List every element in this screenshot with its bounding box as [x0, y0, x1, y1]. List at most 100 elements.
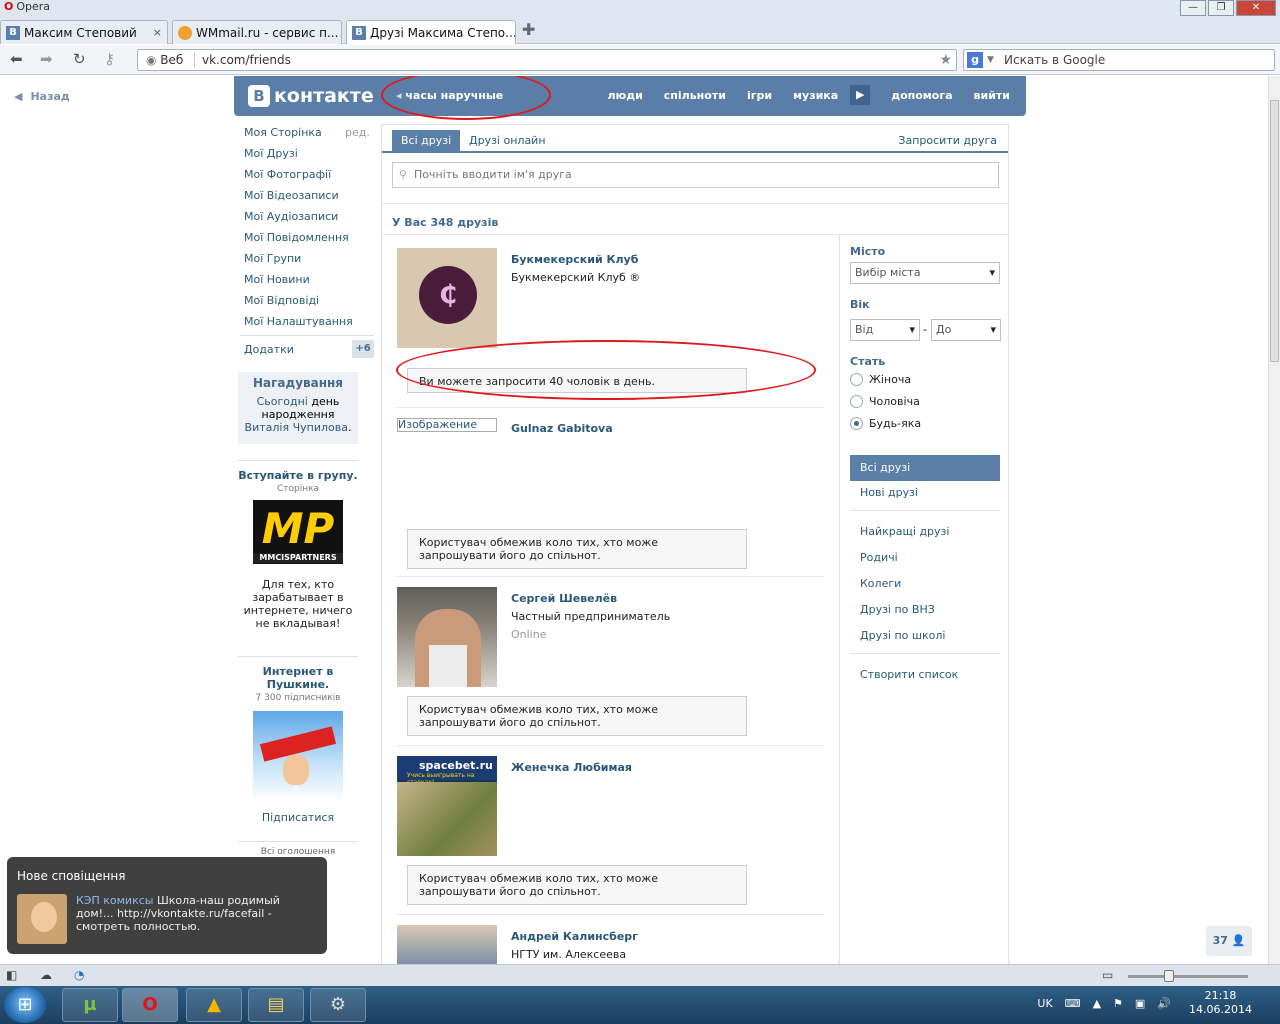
url-text[interactable]: vk.com/friends [202, 50, 291, 70]
nav-music[interactable]: музика [793, 89, 838, 105]
panel-toggle-icon[interactable]: ◧ [6, 968, 17, 982]
sex-any-radio[interactable]: Будь-яка [850, 417, 921, 430]
nav-communities[interactable]: спільноти [664, 89, 726, 105]
notification-text[interactable]: КЭП комиксы Школа-наш родимый дом!... ht… [76, 894, 316, 933]
opera-menu-button[interactable]: O Opera [4, 0, 50, 13]
list-university[interactable]: Друзі по ВНЗ [860, 603, 935, 616]
back-link[interactable]: ◀ Назад [14, 90, 70, 103]
list-school[interactable]: Друзі по школі [860, 629, 945, 642]
friend-name[interactable]: Gulnaz Gabitova [511, 422, 613, 435]
menu-my-page[interactable]: Моя Сторінка [244, 126, 322, 139]
list-new-friends[interactable]: Нові друзі [860, 486, 918, 499]
age-from-select[interactable]: Від [850, 319, 920, 341]
search-placeholder[interactable]: Искать в Google [1004, 50, 1105, 70]
sex-male-radio[interactable]: Чоловіча [850, 395, 920, 408]
menu-my-settings[interactable]: Мої Налаштування [244, 315, 353, 328]
subscribe-link[interactable]: Підписатися [238, 811, 358, 824]
forward-arrow-icon[interactable]: ➡ [40, 50, 53, 68]
close-tab-icon[interactable]: × [147, 26, 162, 39]
network-icon[interactable]: ▣ [1135, 997, 1145, 1010]
menu-addons[interactable]: Додатки [244, 343, 294, 356]
utorrent-taskbar-icon[interactable]: µ [62, 988, 118, 1022]
friend-photo[interactable] [397, 587, 497, 687]
friend-photo-placeholder[interactable]: Изображение [397, 418, 497, 432]
back-arrow-icon[interactable]: ⬅ [10, 50, 23, 68]
friend-name[interactable]: Сергей Шевелёв [511, 592, 617, 605]
zoom-slider-handle[interactable] [1164, 970, 1174, 982]
google-icon[interactable]: g [967, 52, 983, 68]
online-friends-badge[interactable]: 37 👤 [1206, 926, 1252, 956]
key-icon[interactable]: ⚷ [104, 50, 115, 68]
menu-my-friends[interactable]: Мої Друзі [244, 147, 298, 160]
new-tab-button[interactable]: ✚ [522, 20, 535, 39]
nav-help[interactable]: допомога [891, 89, 952, 105]
address-bar[interactable]: Веб vk.com/friends ★ [137, 49, 957, 71]
web-badge[interactable]: Веб [146, 50, 183, 70]
reload-icon[interactable]: ↻ [73, 50, 86, 68]
friend-search-input[interactable]: Почніть вводити ім'я друга [392, 162, 999, 188]
hang-glider-image[interactable] [253, 711, 343, 801]
app-taskbar-icon[interactable]: ⚙ [310, 988, 366, 1022]
chevron-down-icon[interactable]: ▼ [987, 50, 994, 70]
all-ads-link[interactable]: Всі оголошення [238, 841, 358, 857]
maximize-button[interactable]: ❐ [1208, 0, 1234, 16]
clock[interactable]: 21:18 14.06.2014 [1189, 989, 1252, 1017]
friend-name[interactable]: Женечка Любимая [511, 761, 632, 774]
mmcis-logo-image[interactable]: MP MMCISPARTNERS [253, 500, 343, 564]
list-relatives[interactable]: Родичі [860, 551, 898, 564]
menu-my-audio[interactable]: Мої Аудіозаписи [244, 210, 338, 223]
start-button[interactable]: ⊞ [4, 987, 46, 1023]
browser-tab-active[interactable]: BДрузі Максима Степо...× [346, 20, 516, 44]
nav-logout[interactable]: вийти [974, 89, 1010, 105]
ad-title[interactable]: Интернет в Пушкине. [238, 665, 358, 691]
edit-link[interactable]: ред. [345, 126, 370, 139]
list-colleagues[interactable]: Колеги [860, 577, 901, 590]
facepalm-avatar[interactable] [17, 894, 67, 944]
list-best-friends[interactable]: Найкращі друзі [860, 525, 949, 538]
bookmark-star-icon[interactable]: ★ [939, 50, 952, 70]
volume-icon[interactable]: 🔊 [1157, 997, 1171, 1010]
nav-people[interactable]: люди [607, 89, 642, 105]
opera-taskbar-icon[interactable]: O [122, 988, 178, 1022]
menu-my-answers[interactable]: Мої Відповіді [244, 294, 319, 307]
aimp-taskbar-icon[interactable]: ▲ [186, 988, 242, 1022]
menu-my-news[interactable]: Мої Новини [244, 273, 310, 286]
ad-block[interactable]: Интернет в Пушкине. 7 300 підписників Пі… [238, 656, 358, 836]
zoom-slider-track[interactable] [1128, 975, 1248, 978]
menu-my-messages[interactable]: Мої Повідомлення [244, 231, 349, 244]
birthday-person-link[interactable]: Виталія Чупилова [245, 421, 348, 434]
create-list-link[interactable]: Створити список [860, 668, 958, 681]
friend-name[interactable]: Букмекерский Клуб [511, 253, 638, 266]
ad-title[interactable]: Вступайте в групу. [238, 469, 358, 482]
age-to-select[interactable]: До [931, 319, 1001, 341]
list-all-friends[interactable]: Всі друзі [850, 455, 1000, 481]
sex-female-radio[interactable]: Жіноча [850, 373, 911, 386]
vk-logo[interactable]: Вконтакте [248, 85, 374, 107]
cloud-icon[interactable]: ☁ [40, 968, 52, 982]
speed-dial-icon[interactable]: ◔ [74, 968, 84, 982]
friend-photo[interactable] [397, 925, 497, 964]
flag-icon[interactable]: ⚑ [1113, 997, 1123, 1010]
today-link[interactable]: Сьогодні [257, 395, 308, 408]
menu-my-photos[interactable]: Мої Фотографії [244, 168, 331, 181]
addons-count-badge[interactable]: +6 [352, 340, 374, 358]
menu-my-groups[interactable]: Мої Групи [244, 252, 301, 265]
friend-name[interactable]: Андрей Калинсберг [511, 930, 638, 943]
play-icon[interactable]: ▶ [850, 85, 871, 105]
browser-tab[interactable]: B Максим Степовий × [0, 20, 168, 44]
language-indicator[interactable]: UK [1037, 997, 1052, 1010]
zoom-fit-icon[interactable]: ▭ [1102, 968, 1113, 982]
notification-popup[interactable]: Нове сповіщення КЭП комиксы Школа-наш ро… [7, 857, 327, 954]
friend-photo[interactable]: spacebet.ruУчись выигрывать на ставках! [397, 756, 497, 856]
close-tab-icon[interactable]: × [338, 26, 341, 39]
invite-friend-link[interactable]: Запросити друга [898, 134, 997, 147]
close-window-button[interactable]: ✕ [1236, 0, 1276, 16]
scrollbar-thumb[interactable] [1270, 100, 1279, 362]
tab-all-friends[interactable]: Всі друзі [392, 130, 461, 153]
nav-games[interactable]: ігри [747, 89, 772, 105]
city-select[interactable]: Вибір міста [850, 262, 1000, 284]
tab-friends-online[interactable]: Друзі онлайн [469, 134, 546, 147]
menu-my-videos[interactable]: Мої Відеозаписи [244, 189, 339, 202]
vertical-scrollbar[interactable] [1268, 76, 1280, 964]
search-box[interactable]: g ▼ Искать в Google [963, 49, 1275, 71]
